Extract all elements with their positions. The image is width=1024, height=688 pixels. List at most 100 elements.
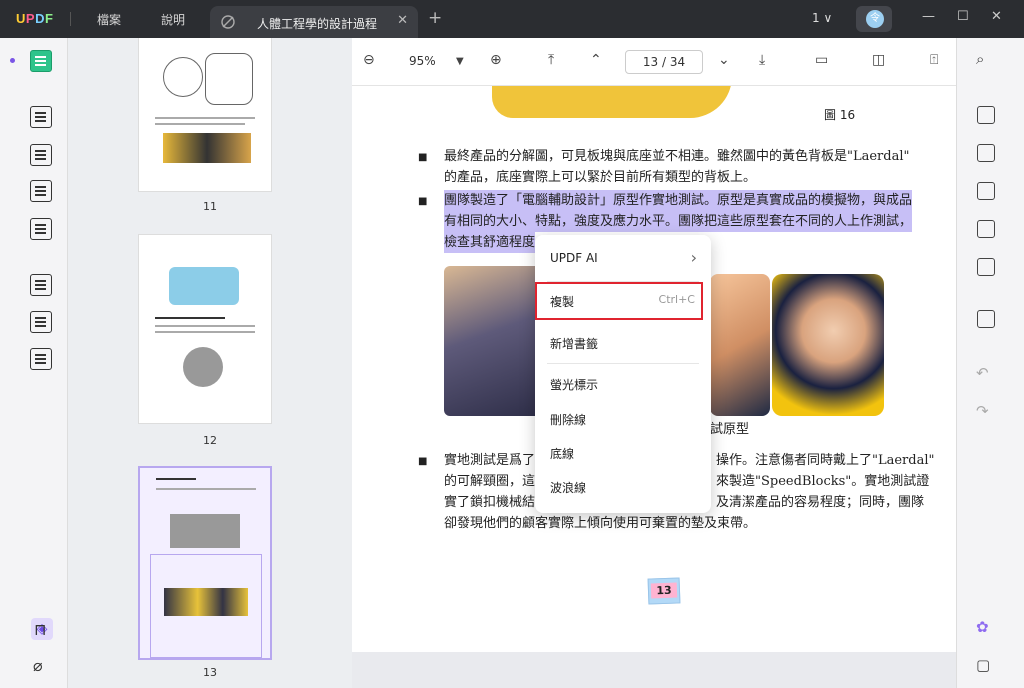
close-tab-icon[interactable]: ✕ — [397, 13, 408, 28]
minimize-button[interactable]: — — [922, 9, 935, 24]
selected-text-line-3[interactable]: 檢查其舒適程度 — [444, 232, 536, 253]
selected-text-line-2[interactable]: 有相同的大小、特點，強度及應力水平。團隊把這些原型套在不同的人上作測試， — [444, 211, 913, 232]
thumb-figure — [205, 53, 253, 105]
menu-item-highlight[interactable]: 螢光標示 — [535, 367, 711, 401]
prototype-photo-right — [772, 274, 884, 416]
thumb-text — [155, 331, 255, 333]
total-pages: 34 — [669, 55, 686, 69]
updf-ai-icon[interactable]: ✿ — [976, 618, 989, 636]
left-toolbar: ◈ ⊓ ⌀ — [0, 38, 68, 688]
protect-icon[interactable] — [977, 182, 995, 200]
figure-caption: 圖 16 — [824, 108, 856, 122]
fill-sign-icon[interactable] — [30, 218, 52, 240]
thumbnail-page-13[interactable] — [138, 466, 272, 660]
crop-icon[interactable] — [30, 311, 52, 333]
last-page-icon[interactable]: ⤓ — [759, 52, 765, 68]
paragraph-3-line-2a[interactable]: 的可解頸圈，這 — [444, 471, 535, 492]
edit-pdf-icon[interactable] — [30, 144, 52, 166]
viewer-toolbar: ⊖ 95% ▼ ⊕ ⤒ ⌃ 13 / 34 ⌄ ⤓ ▭ ◫ ⍐ — [352, 38, 956, 86]
organize-pages-icon[interactable] — [30, 274, 52, 296]
menu-item-label: UPDF AI — [550, 251, 598, 265]
right-toolbar: ⌕ ↶ ↷ ✿ ▢ — [956, 38, 1024, 688]
zoom-in-icon[interactable]: ⊕ — [490, 52, 502, 68]
batch-icon[interactable] — [30, 348, 52, 370]
thumb-text — [155, 325, 255, 327]
menu-help[interactable]: 說明 — [161, 11, 185, 28]
page-separator: / — [661, 55, 667, 69]
save-icon[interactable] — [977, 310, 995, 328]
chevron-right-icon: › — [690, 248, 697, 267]
bullet-1: ■ — [418, 152, 428, 163]
divider — [70, 12, 71, 26]
page-number-input[interactable]: 13 / 34 — [625, 50, 703, 74]
prototype-photo-left — [444, 266, 542, 416]
thumb-text — [155, 317, 225, 319]
thumb-text — [155, 117, 255, 119]
zoom-out-icon[interactable]: ⊖ — [363, 52, 375, 68]
first-page-icon[interactable]: ⤒ — [548, 52, 554, 68]
paragraph-3-line-3b[interactable]: 及清潔產品的容易程度；同時，團隊 — [716, 492, 924, 513]
menu-item-underline[interactable]: 底線 — [535, 436, 711, 470]
maximize-button[interactable]: ☐ — [957, 9, 969, 24]
presentation-icon[interactable]: ▭ — [815, 52, 828, 68]
paragraph-1-line-1[interactable]: 最終產品的分解圖，可見板塊與底座並不相連。雖然圖中的黃色背板是"Laerdal" — [444, 146, 909, 167]
convert-icon[interactable] — [977, 144, 995, 162]
thumbnail-number-12: 12 — [203, 434, 217, 447]
ocr-icon[interactable] — [977, 106, 995, 124]
previous-page-icon[interactable]: ⌃ — [590, 52, 602, 68]
paragraph-3-line-1b[interactable]: 操作。注意傷者同時戴上了"Laerdal" — [716, 450, 934, 471]
close-window-button[interactable]: ✕ — [991, 9, 1002, 24]
window-count-dropdown[interactable]: 1 ∨ — [812, 11, 832, 25]
thumb-text — [156, 478, 196, 480]
zoom-level[interactable]: 95% — [409, 54, 436, 68]
comment-list-icon[interactable]: ▢ — [976, 656, 990, 674]
thumb-text — [155, 123, 245, 125]
bookmark-icon[interactable]: ⊓ — [34, 620, 46, 639]
page-layout-icon[interactable]: ◫ — [872, 52, 885, 68]
thumbnail-number-11: 11 — [203, 200, 217, 213]
zoom-dropdown-icon[interactable]: ▼ — [456, 56, 464, 67]
paragraph-3-line-4[interactable]: 卻發現他們的顧客實際上傾向使用可棄置的墊及束帶。 — [444, 513, 756, 534]
attachment-icon[interactable]: ⌀ — [33, 656, 43, 675]
thumb-image — [164, 588, 248, 616]
thumb-figure — [183, 347, 223, 387]
menu-item-updf-ai[interactable]: UPDF AI › — [535, 242, 711, 276]
paragraph-3-line-1a[interactable]: 實地測試是爲了 — [444, 450, 535, 471]
search-icon[interactable]: ⌕ — [976, 50, 984, 68]
menu-file[interactable]: 檔案 — [97, 11, 121, 28]
comment-icon[interactable] — [30, 106, 52, 128]
page-gap — [352, 652, 956, 688]
thumbnail-panel: 11 12 13 — [68, 38, 352, 688]
thumbnail-page-12[interactable] — [138, 234, 272, 424]
prototype-photo-middle — [710, 274, 770, 416]
updf-logo: UPDF — [16, 11, 54, 26]
page-badge-label: 13 — [651, 582, 677, 599]
redo-icon[interactable]: ↷ — [976, 402, 989, 420]
paragraph-1-line-2[interactable]: 的產品，底座實際上可以緊於目前所有類型的背板上。 — [444, 167, 756, 188]
menu-item-strikethrough[interactable]: 刪除線 — [535, 402, 711, 436]
paragraph-3-line-3a[interactable]: 實了鎖扣機械結 — [444, 492, 535, 513]
reader-mode-icon[interactable] — [30, 50, 52, 72]
paragraph-3-line-2b[interactable]: 來製造"SpeedBlocks"。實地測試證 — [716, 471, 929, 492]
email-icon[interactable] — [977, 258, 995, 276]
share-icon[interactable] — [977, 220, 995, 238]
undo-icon[interactable]: ↶ — [976, 364, 989, 382]
menu-item-label: 新增書籤 — [550, 337, 599, 351]
selected-text-line-1[interactable]: 團隊製造了「電腦輔助設計」原型作實地測試。原型是真實成品的模擬物，與成品 — [444, 190, 913, 211]
add-tab-button[interactable]: + — [428, 8, 442, 28]
document-tab[interactable]: 人體工程學的設計過程 ✕ — [210, 6, 418, 38]
menu-item-squiggly[interactable]: 波浪線 — [535, 470, 711, 504]
highlight-box — [535, 282, 703, 320]
thumb-figure — [170, 514, 240, 548]
bullet-3: ■ — [418, 456, 428, 467]
page-number-badge: 13 — [647, 577, 681, 605]
menu-item-label: 螢光標示 — [550, 378, 599, 392]
link-icon — [221, 15, 235, 29]
user-avatar-button[interactable]: 令 — [856, 6, 892, 32]
next-page-icon[interactable]: ⌄ — [718, 52, 730, 68]
translate-icon[interactable]: ⍐ — [930, 52, 938, 68]
thumbnail-page-11[interactable] — [138, 38, 272, 192]
current-page: 13 — [642, 55, 659, 69]
menu-item-add-bookmark[interactable]: 新增書籤 — [535, 326, 711, 360]
form-icon[interactable] — [30, 180, 52, 202]
